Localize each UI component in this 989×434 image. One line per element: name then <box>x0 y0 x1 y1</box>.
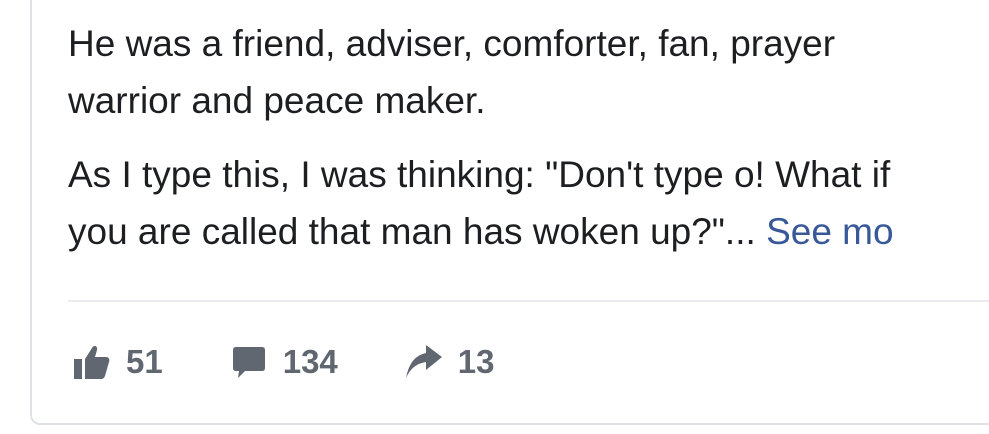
post-text-line: you are called that man has woken up?"..… <box>68 203 894 260</box>
comment-count: 134 <box>282 343 338 380</box>
post-paragraph-1: He was a friend, adviser, comforter, fan… <box>68 15 835 129</box>
like-count: 51 <box>126 343 163 380</box>
post-paragraph-2: As I type this, I was thinking: "Don't t… <box>68 146 894 260</box>
share-arrow-icon <box>404 342 444 382</box>
divider <box>68 300 989 302</box>
speech-bubble-icon <box>229 342 269 382</box>
post-text-line: He was a friend, adviser, comforter, fan… <box>68 23 836 64</box>
share-count: 13 <box>457 343 495 380</box>
post-text-fragment: you are called that man has woken up?"..… <box>68 211 767 252</box>
see-more-link[interactable]: See mo <box>766 211 894 252</box>
comment-count-button[interactable]: 134 <box>229 342 338 382</box>
share-count-button[interactable]: 13 <box>404 342 495 382</box>
post-text-line: warrior and peace maker. <box>68 80 486 121</box>
like-count-button[interactable]: 51 <box>72 342 163 382</box>
thumbs-up-icon <box>72 342 112 382</box>
post-action-bar: 51 134 13 <box>72 336 495 388</box>
post-text-line: As I type this, I was thinking: "Don't t… <box>68 154 891 195</box>
